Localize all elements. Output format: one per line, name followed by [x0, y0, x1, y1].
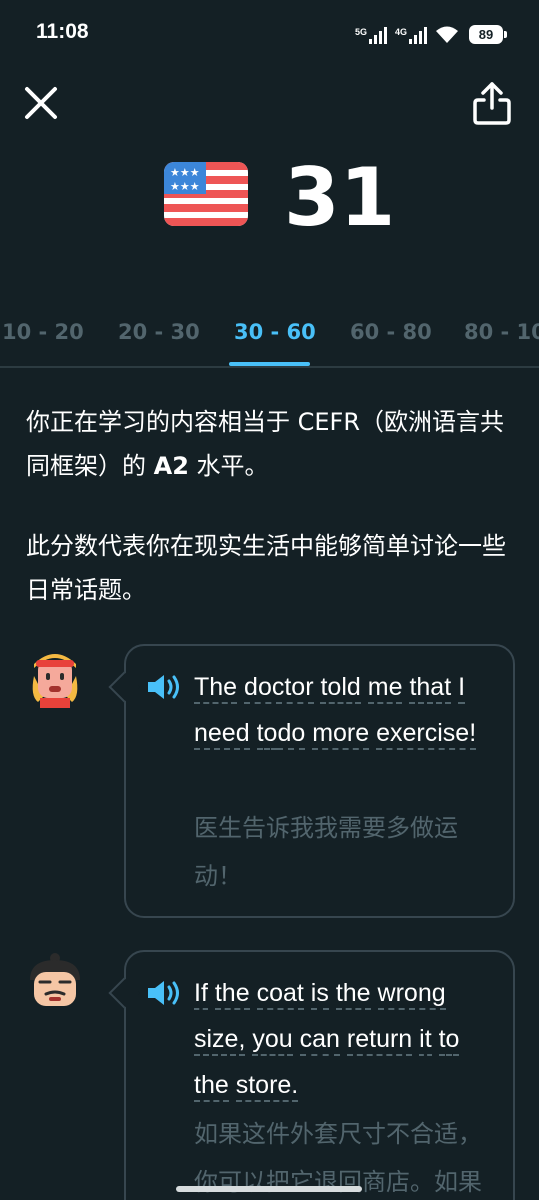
share-icon — [473, 82, 511, 125]
cefr-description-suffix: 水平。 — [188, 452, 269, 480]
word[interactable]: the — [194, 1071, 229, 1102]
share-button[interactable] — [472, 80, 512, 126]
speaker-icon[interactable] — [146, 672, 184, 702]
word[interactable]: exercise! — [376, 719, 477, 750]
word[interactable]: it — [419, 1025, 432, 1056]
example-card: If the coat is the wrong size, you can r… — [108, 950, 515, 1200]
word[interactable]: you — [252, 1025, 293, 1056]
score-range-tabs: 10 - 20 20 - 30 30 - 60 60 - 80 80 - 100 — [0, 312, 539, 368]
word[interactable]: do — [277, 719, 306, 750]
tab-30-60[interactable]: 30 - 60 — [234, 312, 316, 352]
character-avatar-athlete — [32, 654, 78, 708]
signal-icon — [368, 27, 387, 44]
word[interactable]: that — [409, 673, 452, 704]
speaker-icon[interactable] — [146, 978, 184, 1008]
word[interactable]: store. — [235, 1071, 299, 1102]
word[interactable]: is — [310, 979, 329, 1010]
word[interactable]: I — [458, 673, 466, 704]
network-4g-label: 4G — [394, 27, 407, 37]
word[interactable]: coat — [256, 979, 304, 1010]
word[interactable]: to — [438, 1025, 460, 1056]
word[interactable]: doctor — [244, 673, 314, 704]
example-card: The doctor told me that I need todo more… — [108, 644, 515, 918]
word[interactable]: told — [320, 673, 361, 704]
us-flag-icon: ★★★ ★★★ — [164, 162, 248, 226]
word[interactable]: can — [299, 1025, 340, 1056]
bubble-tail — [108, 671, 140, 703]
tab-60-80[interactable]: 60 - 80 — [350, 312, 432, 352]
word[interactable]: the — [214, 979, 250, 1010]
word[interactable]: need — [194, 719, 250, 750]
svg-text:★★★: ★★★ — [170, 166, 200, 179]
signal-icon — [409, 27, 427, 44]
tabs-divider — [0, 366, 539, 368]
word[interactable]: me — [367, 673, 403, 704]
word[interactable]: If — [194, 979, 208, 1010]
status-bar: 11:08 5G 4G 89 — [0, 0, 539, 64]
tab-80-100[interactable]: 80 - 100 — [464, 312, 539, 352]
cefr-level: A2 — [153, 452, 189, 480]
example-sentence: If the coat is the wrong size, you can r… — [194, 970, 495, 1108]
signal-4g: 4G — [395, 27, 427, 44]
home-indicator[interactable] — [176, 1186, 362, 1192]
example-translation: 医生告诉我我需要多做运动！ — [194, 814, 458, 890]
tab-20-30[interactable]: 20 - 30 — [118, 312, 200, 352]
example-sentence: The doctor told me that I need todo more… — [194, 664, 495, 756]
svg-text:★★★: ★★★ — [170, 180, 200, 193]
network-5g-label: 5G — [354, 27, 367, 37]
battery-indicator: 89 — [469, 25, 507, 44]
score-meaning: 此分数代表你在现实生活中能够简单讨论一些日常话题。 — [26, 532, 506, 604]
word[interactable]: size, — [194, 1025, 246, 1056]
word[interactable]: return — [346, 1025, 413, 1056]
tab-10-20[interactable]: 10 - 20 — [2, 312, 84, 352]
word[interactable]: more — [312, 719, 370, 750]
close-icon — [25, 87, 57, 119]
score-value: 31 — [284, 151, 396, 244]
word[interactable]: the — [335, 979, 371, 1010]
word[interactable]: wrong — [377, 979, 446, 1010]
word[interactable]: to — [256, 719, 278, 750]
character-avatar-grandpa — [30, 953, 80, 1006]
cefr-description: 你正在学习的内容相当于 CEFR（欧洲语言共同框架）的 A2 水平。 — [26, 400, 516, 488]
wifi-icon — [436, 26, 458, 43]
word[interactable]: The — [194, 673, 238, 704]
close-button[interactable] — [22, 84, 60, 122]
status-icons: 5G 4G 89 — [355, 20, 507, 44]
signal-5g: 5G — [355, 27, 387, 44]
status-time: 11:08 — [36, 20, 89, 43]
score-row: ★★★ ★★★ 31 — [0, 150, 539, 246]
bubble-tail — [108, 977, 140, 1009]
placement-result-screen: 11:08 5G 4G 89 ★★★ ★★★ 31 10 - 20 20 - 3… — [0, 0, 539, 1200]
